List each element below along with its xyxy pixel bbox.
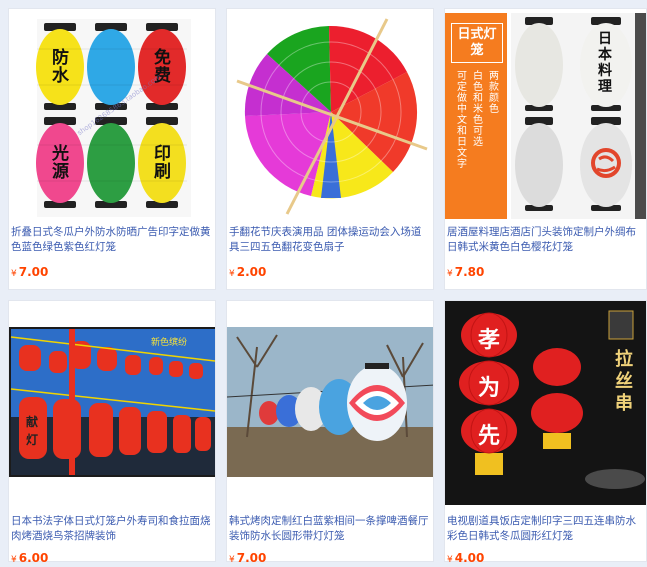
side-text: 拉丝串 <box>615 349 633 414</box>
lantern-label-ribenliaoli: 日本料理 <box>598 31 612 95</box>
price-value: 7.00 <box>18 265 49 279</box>
product-card-3[interactable]: 日式灯笼 两款颜色 白色和米色可选 可定做中文和日文字 日本料理 居酒屋料理店酒… <box>444 8 647 290</box>
price-value: 4.00 <box>454 551 485 565</box>
product-price-2: ¥2.00 <box>229 265 266 279</box>
product-title-3[interactable]: 居酒屋料理店酒店门头装饰定制户外绸布日韩式米黄色白色樱花灯笼 <box>447 225 644 255</box>
currency-symbol: ¥ <box>229 269 235 279</box>
product-image-3[interactable]: 日式灯笼 两款颜色 白色和米色可选 可定做中文和日文字 日本料理 <box>445 9 646 219</box>
banner-line-2: 白色和米色可选 <box>473 71 483 148</box>
price-value: 7.80 <box>454 265 485 279</box>
product-image-5[interactable] <box>227 327 433 477</box>
banner-title: 日式灯笼 <box>451 23 503 63</box>
price-value: 7.00 <box>236 551 267 565</box>
product-title-4[interactable]: 日本书法字体日式灯笼户外寿司和食拉面烧肉烤酒烧鸟茶招牌装饰 <box>11 514 213 544</box>
currency-symbol: ¥ <box>11 269 17 279</box>
product-price-5: ¥7.00 <box>229 551 266 565</box>
paper-fan-image <box>227 9 433 219</box>
striped-lanterns-image <box>227 327 433 477</box>
product-title-1[interactable]: 折叠日式冬瓜户外防水防晒广告印字定做黄色蓝色绿色紫色红灯笼 <box>11 225 213 255</box>
red-lanterns-image <box>9 327 215 477</box>
product-image-1[interactable]: 防水 免费 光源 印刷 shop162685863.taobao.com <box>9 9 215 219</box>
lantern-label-deng: 灯 <box>26 433 39 447</box>
product-card-5[interactable]: 韩式烤肉定制红白蓝紫相间一条撑啤酒餐厅装饰防水长圆形带灯灯笼 ¥7.00 <box>226 300 434 565</box>
product-card-1[interactable]: 防水 免费 光源 印刷 shop162685863.taobao.com 折叠日… <box>8 8 216 290</box>
lantern-label-yinshua: 印刷 <box>154 144 171 182</box>
product-card-6[interactable]: 孝 为 先 拉丝串 电视剧道具饭店定制印字三四五连串防水彩色日韩式冬瓜圆形红灯笼… <box>444 300 647 565</box>
lantern-label-xiao: 孝 <box>478 327 501 353</box>
product-price-4: ¥6.00 <box>11 551 48 565</box>
banner-line-1: 两款颜色 <box>489 71 499 115</box>
lantern-label-wei: 为 <box>478 375 501 401</box>
product-title-5[interactable]: 韩式烤肉定制红白蓝紫相间一条撑啤酒餐厅装饰防水长圆形带灯灯笼 <box>229 514 431 544</box>
product-card-2[interactable]: 手翻花节庆表演用品 团体操运动会入场道具三四五色翻花变色扇子 ¥2.00 <box>226 8 434 290</box>
currency-symbol: ¥ <box>447 555 453 565</box>
product-title-2[interactable]: 手翻花节庆表演用品 团体操运动会入场道具三四五色翻花变色扇子 <box>229 225 431 255</box>
lantern-label-xian: 献 <box>26 415 39 429</box>
price-value: 2.00 <box>236 265 267 279</box>
corner-badge-text: 新色缤纷 <box>151 338 188 348</box>
price-value: 6.00 <box>18 551 49 565</box>
product-image-2[interactable] <box>227 9 433 219</box>
product-price-3: ¥7.80 <box>447 265 484 279</box>
currency-symbol: ¥ <box>11 555 17 565</box>
banner-line-3: 可定做中文和日文字 <box>457 71 467 170</box>
currency-symbol: ¥ <box>447 269 453 279</box>
product-title-6[interactable]: 电视剧道具饭店定制印字三四五连串防水彩色日韩式冬瓜圆形红灯笼 <box>447 514 644 544</box>
product-image-6[interactable]: 孝 为 先 拉丝串 <box>445 301 646 505</box>
lantern-label-xianword: 先 <box>478 423 501 449</box>
product-price-1: ¥7.00 <box>11 265 48 279</box>
product-image-4[interactable]: 新色缤纷 献 灯 <box>9 327 215 477</box>
product-price-6: ¥4.00 <box>447 551 484 565</box>
lantern-label-guangyuan: 光源 <box>52 144 69 182</box>
lantern-label-fangshui: 防水 <box>52 48 69 86</box>
currency-symbol: ¥ <box>229 555 235 565</box>
product-card-4[interactable]: 新色缤纷 献 灯 日本书法字体日式灯笼户外寿司和食拉面烧肉烤酒烧鸟茶招牌装饰 ¥… <box>8 300 216 565</box>
